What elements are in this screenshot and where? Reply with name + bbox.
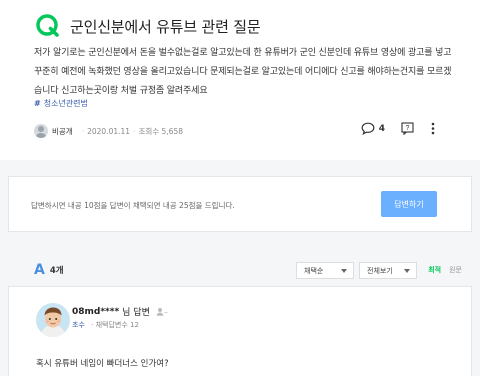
- answer-text: 혹시 유튜버 네임이 빠더너스 인가여?: [36, 359, 169, 369]
- sort-tabs: 최적 원문: [428, 265, 462, 275]
- question-date: 2020.01.11: [87, 126, 131, 136]
- profile-icon[interactable]: [156, 307, 168, 316]
- report-icon: ?: [401, 122, 414, 135]
- meta-separator-dot: ·: [133, 126, 136, 136]
- meta-separator-dot: ·: [91, 321, 94, 329]
- question-author: 비공개: [52, 126, 73, 136]
- answerer-username[interactable]: 08md****: [72, 307, 119, 317]
- svg-text:?: ?: [406, 125, 410, 132]
- sort-tab-original[interactable]: 원문: [449, 265, 462, 275]
- meta-separator-dot: ·: [81, 126, 85, 136]
- answers-count-header: A 4개: [34, 262, 64, 278]
- question-tag[interactable]: # 청소년관련법: [34, 98, 88, 109]
- report-button[interactable]: ?: [401, 122, 414, 135]
- answer-a-icon: A: [34, 262, 45, 278]
- period-filter-select[interactable]: 전체보기: [359, 262, 417, 279]
- answer-prompt-box: 답변하시면 내공 10점을 답변이 채택되면 내공 25점을 드립니다. 답변하…: [8, 176, 472, 232]
- answer-button[interactable]: 답변하기: [381, 191, 437, 217]
- answerer-stats: 초수 · 채택답변수 12: [72, 320, 139, 330]
- question-actions: 4 ?: [361, 122, 436, 135]
- answer-guide-text: 답변하시면 내공 10점을 답변이 채택되면 내공 25점을 드립니다.: [31, 201, 235, 210]
- comment-button[interactable]: 4: [361, 122, 385, 135]
- answerer-adopted-count: 채택답변수 12: [95, 321, 139, 329]
- question-title: 군인신분에서 유튜브 관련 질문: [70, 17, 261, 36]
- question-views: 조회수 5,658: [138, 126, 183, 136]
- chevron-down-icon: [404, 269, 410, 273]
- question-title-row: 군인신분에서 유튜브 관련 질문: [34, 12, 261, 40]
- answerer-grade: 초수: [72, 321, 85, 329]
- chevron-down-icon: [341, 269, 347, 273]
- comment-icon: [361, 122, 375, 135]
- more-vertical-icon: [430, 122, 436, 135]
- adopt-filter-select[interactable]: 채택순: [296, 262, 354, 279]
- question-q-icon: [34, 12, 62, 40]
- question-meta: 비공개 · 2020.01.11 · 조회수 5,658: [34, 124, 183, 138]
- sort-tab-best[interactable]: 최적: [428, 265, 441, 275]
- hash-icon: #: [34, 99, 41, 108]
- answerer-info: 08md**** 님 답변: [72, 305, 168, 318]
- answer-suffix: 님 답변: [122, 308, 150, 318]
- answers-count: 4개: [49, 266, 64, 276]
- comment-count: 4: [378, 123, 385, 134]
- more-options-button[interactable]: [430, 122, 436, 135]
- author-avatar: [34, 124, 48, 138]
- adopt-filter-value: 채택순: [304, 266, 324, 275]
- question-card: 군인신분에서 유튜브 관련 질문 저가 알기로는 군인신분에서 돈을 벌수없는걸…: [0, 0, 480, 160]
- question-tag-label: 청소년관련법: [43, 99, 88, 108]
- answerer-avatar: [36, 303, 70, 337]
- answer-card: 08md**** 님 답변 초수 · 채택답변수 12 혹시 유튜버 네임이 빠…: [8, 286, 472, 376]
- question-body: 저가 알기로는 군인신분에서 돈을 벌수없는걸로 알고있는데 한 유튜버가 군인…: [34, 48, 452, 96]
- period-filter-value: 전체보기: [367, 266, 393, 275]
